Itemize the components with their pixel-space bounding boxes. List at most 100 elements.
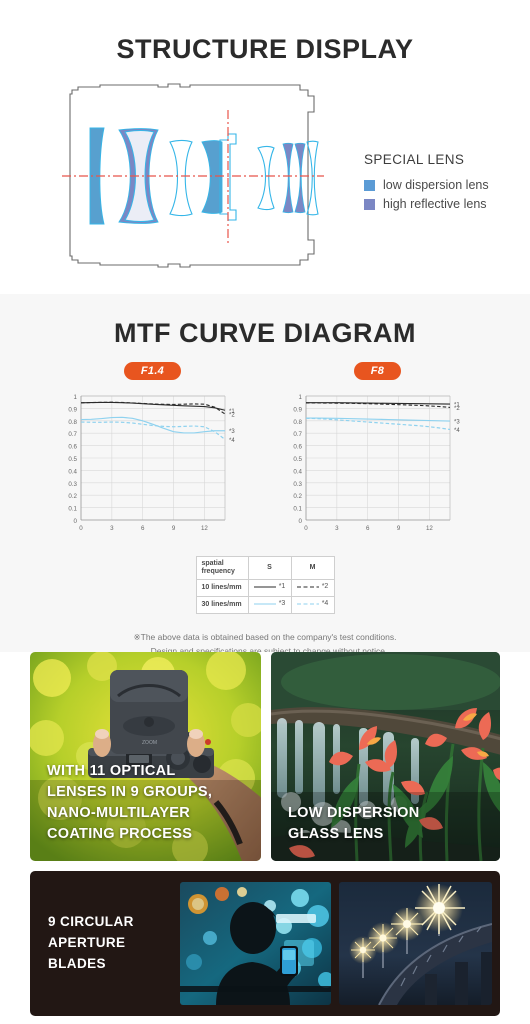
header-line1: spatial <box>201 560 224 567</box>
svg-text:12: 12 <box>426 525 433 532</box>
legend-label-high-reflective: high reflective lens <box>383 197 487 211</box>
aperture-badge-f14: F1.4 <box>123 362 182 380</box>
mtf-legend-table-wrap: spatial frequency S M 10 lines/mm *1 *2 … <box>0 555 530 615</box>
row-label-10-lines: 10 lines/mm <box>195 579 249 598</box>
svg-text:9: 9 <box>172 525 176 532</box>
lens-element-8 <box>294 142 306 214</box>
svg-text:0.4: 0.4 <box>68 468 77 475</box>
page-title: STRUCTURE DISPLAY <box>116 34 414 64</box>
svg-text:1: 1 <box>299 394 303 401</box>
svg-text:0.1: 0.1 <box>293 506 302 513</box>
svg-text:*4: *4 <box>454 428 460 434</box>
svg-text:*4: *4 <box>229 438 235 444</box>
legend-item-high-reflective: high reflective lens <box>364 197 514 211</box>
svg-text:0.3: 0.3 <box>293 481 302 488</box>
table-header-row: spatial frequency S M <box>195 555 335 581</box>
svg-text:0: 0 <box>79 525 83 532</box>
svg-text:ZOOM: ZOOM <box>142 740 157 746</box>
cell-s-30: *3 <box>247 596 292 615</box>
caption-camera-flowers: WITH 11 OPTICAL LENSES IN 9 GROUPS, NANO… <box>47 762 213 842</box>
low-dispersion-swatch <box>364 179 375 191</box>
header-m: M <box>290 555 335 581</box>
svg-text:*3: *3 <box>454 420 460 426</box>
svg-text:9: 9 <box>397 525 401 532</box>
table-row: 10 lines/mm *1 *2 <box>195 579 335 598</box>
lens-element-5 <box>201 140 223 214</box>
sample-dashed-blue: *4 <box>296 600 329 608</box>
photo-waterfall-flowers: LOW DISPERSION GLASS LENS <box>270 652 500 861</box>
svg-text:0.9: 0.9 <box>68 406 77 413</box>
photo-camera-flowers: ZOOM WITH 11 OPTICAL LENSES IN 9 GROUPS,… <box>30 652 261 861</box>
header-spatial-frequency: spatial frequency <box>195 555 249 581</box>
lens-barrel-outline <box>69 83 315 268</box>
photo-gallery-section: ZOOM WITH 11 OPTICAL LENSES IN 9 GROUPS,… <box>0 652 530 1016</box>
sample-dashed-black: *2 <box>296 583 329 591</box>
svg-text:12: 12 <box>201 525 208 532</box>
night-bokeh-image <box>179 882 332 1005</box>
sample-solid-blue: *3 <box>253 600 286 608</box>
svg-text:*2: *2 <box>229 412 235 418</box>
svg-text:0.5: 0.5 <box>68 456 77 463</box>
svg-text:0.8: 0.8 <box>293 419 302 426</box>
svg-text:0.9: 0.9 <box>293 406 302 413</box>
svg-text:0.4: 0.4 <box>293 468 302 475</box>
aperture-badge-f8: F8 <box>353 362 402 380</box>
header-s: S <box>247 555 292 581</box>
lens-element-9 <box>306 140 319 216</box>
svg-text:6: 6 <box>141 525 145 532</box>
svg-text:0: 0 <box>299 518 303 525</box>
special-lens-legend: SPECIAL LENS low dispersion lens high re… <box>364 152 514 216</box>
sample-solid-black: *1 <box>253 583 286 591</box>
cell-m-10: *2 <box>290 579 335 598</box>
mtf-charts-row: F1.4 0 0.1 0.2 0.3 0.4 0.5 0.6 0.7 0.8 0.9 1 0 3 6 9 12… <box>0 361 530 546</box>
lens-element-6 <box>257 145 275 211</box>
mtf-curve-section: MTF CURVE DIAGRAM F1.4 0 0.1 0.2 0.3 0.4 0.5 0… <box>0 294 530 656</box>
mtf-legend-table: spatial frequency S M 10 lines/mm *1 *2 … <box>195 555 335 615</box>
svg-text:0.1: 0.1 <box>68 506 77 513</box>
svg-text:0.5: 0.5 <box>293 456 302 463</box>
cell-m-30: *4 <box>290 596 335 615</box>
aperture-blades-panel: 9 CIRCULAR APERTURE BLADES <box>30 871 500 1016</box>
badge-wrap-f8: F8 <box>280 361 475 380</box>
photo-row-top: ZOOM WITH 11 OPTICAL LENSES IN 9 GROUPS,… <box>30 652 500 861</box>
svg-text:3: 3 <box>110 525 114 532</box>
marker-star-4: *4 <box>321 600 329 608</box>
svg-text:6: 6 <box>366 525 370 532</box>
svg-text:0: 0 <box>74 518 78 525</box>
svg-text:*3: *3 <box>229 429 235 435</box>
svg-text:0.8: 0.8 <box>68 419 77 426</box>
lens-cross-section-diagram <box>62 82 324 270</box>
marker-star-2: *2 <box>321 583 329 591</box>
line-sample-blue-icon <box>253 603 276 605</box>
streetlight-starburst-image <box>339 882 493 1005</box>
mtf-chart-f8: F8 0 0.1 0.2 0.3 0.4 0.5 0.6 0.7 0.8 0.9 1 0 3 6 9 12 *1… <box>280 361 475 546</box>
legend-label-low-dispersion: low dispersion lens <box>383 178 489 192</box>
svg-text:1: 1 <box>74 394 78 401</box>
footnote-line-1: ※The above data is obtained based on the… <box>133 632 397 643</box>
svg-text:0: 0 <box>304 525 308 532</box>
lens-element-7 <box>282 142 294 214</box>
svg-text:0.7: 0.7 <box>293 431 302 438</box>
lens-diagram-svg <box>62 83 324 268</box>
marker-star-3: *3 <box>278 600 286 608</box>
photo-streetlight-starburst <box>339 882 493 1005</box>
svg-text:0.2: 0.2 <box>68 493 77 500</box>
mtf-chart-f14: F1.4 0 0.1 0.2 0.3 0.4 0.5 0.6 0.7 0.8 0.9 1 0 3 6 9 12… <box>55 361 250 546</box>
svg-text:3: 3 <box>335 525 339 532</box>
lens-element-4 <box>169 139 193 217</box>
mtf-title: MTF CURVE DIAGRAM <box>114 318 416 348</box>
caption-waterfall-flowers: LOW DISPERSION GLASS LENS <box>287 804 420 842</box>
dashed-line-sample-blue-icon <box>296 603 319 605</box>
marker-star-1: *1 <box>278 583 286 591</box>
svg-text:0.3: 0.3 <box>68 481 77 488</box>
legend-title: SPECIAL LENS <box>364 152 465 167</box>
svg-text:0.7: 0.7 <box>68 431 77 438</box>
badge-wrap-f14: F1.4 <box>55 361 250 380</box>
high-reflective-swatch <box>364 198 375 210</box>
line-sample-icon <box>253 586 276 588</box>
svg-text:0.6: 0.6 <box>68 444 77 451</box>
mtf-chart-svg-f14: 00.10.20.30.40.50.60.70.80.910 3 6 9 12*1*2*… <box>68 394 235 532</box>
photo-night-bokeh <box>179 882 332 1005</box>
table-row: 30 lines/mm *3 *4 <box>195 596 335 615</box>
dashed-line-sample-icon <box>296 586 319 588</box>
